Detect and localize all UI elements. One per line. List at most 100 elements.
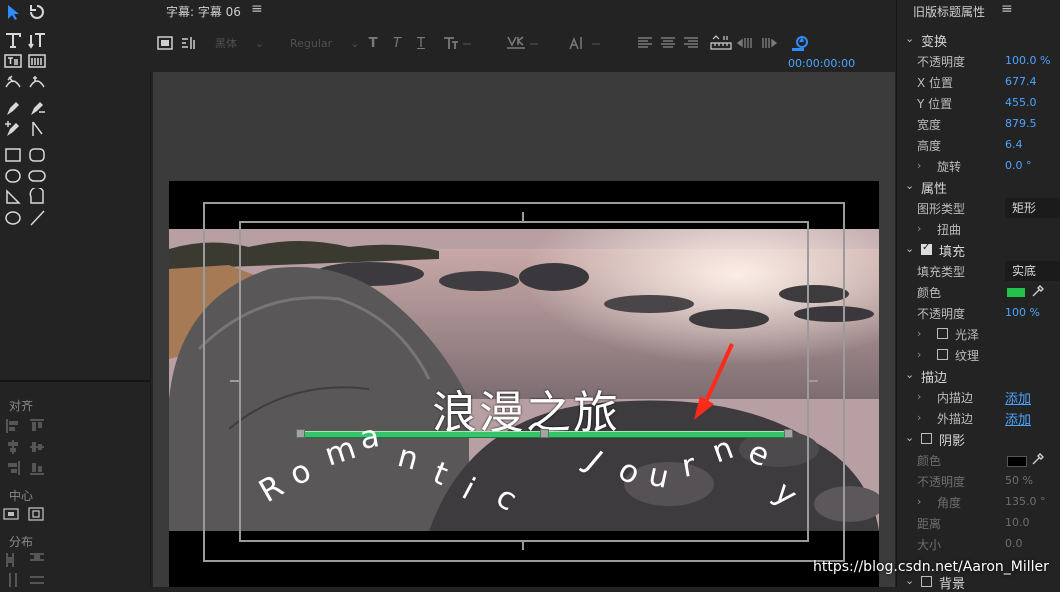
fill-checkbox[interactable] <box>921 242 932 255</box>
transform-section[interactable]: ⌄ 变换 <box>897 30 1060 50</box>
chevron-right-icon[interactable]: › <box>917 348 921 361</box>
shadow-color-label: 颜色 <box>917 454 942 468</box>
center-horizontal-icon[interactable] <box>3 506 19 522</box>
vertical-path-type-tool-icon[interactable] <box>27 72 47 92</box>
chevron-down-icon: ⌄ <box>905 431 915 444</box>
type-tool-icon[interactable] <box>3 30 23 50</box>
chevron-right-icon[interactable]: › <box>917 390 921 403</box>
fill-type-dropdown[interactable]: 实底 <box>1005 261 1060 281</box>
wedge-tool-icon[interactable] <box>3 187 23 207</box>
chevron-right-icon[interactable]: › <box>917 495 921 508</box>
strokes-section[interactable]: ⌄ 描边 <box>897 366 1060 386</box>
panel-menu-icon[interactable]: ≡ <box>1001 1 1013 17</box>
vertical-area-type-tool-icon[interactable] <box>27 51 47 71</box>
shape-type-dropdown[interactable]: 矩形 <box>1005 198 1060 218</box>
path-text-glyph: y <box>767 475 804 514</box>
rotate-tool-icon[interactable] <box>27 2 47 22</box>
add-outer-stroke-link[interactable]: 添加 <box>1005 409 1031 428</box>
shadow-section[interactable]: ⌄ 阴影 <box>897 429 1060 449</box>
chevron-right-icon[interactable]: › <box>917 159 921 172</box>
shadow-angle-value[interactable]: 135.0 ° <box>1005 495 1046 508</box>
opacity-value[interactable]: 100.0 % <box>1005 54 1050 67</box>
align-vertical-center-icon[interactable] <box>29 439 45 455</box>
align-right-text-icon[interactable] <box>683 34 699 52</box>
bold-icon[interactable]: T <box>366 34 380 52</box>
font-style-select[interactable]: Regular ⌄ <box>290 35 359 51</box>
path-text-glyph: e <box>743 434 776 475</box>
chevron-right-icon[interactable]: › <box>917 327 921 340</box>
italic-icon[interactable]: T <box>390 34 404 52</box>
kerning-icon[interactable] <box>506 34 546 52</box>
vertical-type-tool-icon[interactable] <box>27 30 47 50</box>
add-inner-stroke-link[interactable]: 添加 <box>1005 388 1031 407</box>
distribute-top-icon[interactable] <box>29 552 45 568</box>
y-position-value[interactable]: 455.0 <box>1005 96 1037 109</box>
shadow-checkbox[interactable] <box>921 433 932 444</box>
roll-crawl-icon[interactable] <box>736 34 754 52</box>
path-text-layer[interactable]: Ro man t i cJ ou r n ey <box>169 181 879 587</box>
align-left-text-icon[interactable] <box>637 34 653 52</box>
show-background-video-icon[interactable] <box>156 34 174 52</box>
width-value[interactable]: 879.5 <box>1005 117 1037 130</box>
attributes-section[interactable]: ⌄ 属性 <box>897 177 1060 197</box>
rotation-value[interactable]: 0.0 ° <box>1005 159 1032 172</box>
convert-anchor-point-icon[interactable] <box>27 119 47 139</box>
x-position-value[interactable]: 677.4 <box>1005 75 1037 88</box>
chevron-down-icon: ⌄ <box>905 179 915 192</box>
area-type-tool-icon[interactable] <box>3 51 23 71</box>
leading-icon[interactable] <box>568 34 608 52</box>
panel-title: 旧版标题属性 <box>913 5 986 19</box>
new-title-based-on-current-icon[interactable] <box>790 34 810 52</box>
align-horizontal-center-icon[interactable] <box>5 439 21 455</box>
distribute-left-icon[interactable] <box>5 552 21 568</box>
fill-color-swatch[interactable] <box>1007 288 1025 297</box>
shadow-color-swatch[interactable] <box>1007 456 1027 467</box>
shadow-size-value[interactable]: 0.0 <box>1005 537 1023 550</box>
shadow-distance-value[interactable]: 10.0 <box>1005 516 1030 529</box>
clipped-corner-rectangle-icon[interactable] <box>3 166 23 186</box>
rounded-corner-rectangle-icon[interactable] <box>27 166 47 186</box>
fill-section[interactable]: ⌄ 填充 <box>897 240 1060 260</box>
eyedropper-icon[interactable] <box>1031 284 1045 298</box>
rectangle-tool-icon[interactable] <box>3 145 23 165</box>
font-family-select[interactable]: 黑体 ⌄ <box>215 35 264 51</box>
tab-stops-ruler-icon[interactable] <box>710 34 732 52</box>
rounded-rectangle-tool-icon[interactable] <box>27 145 47 165</box>
chevron-right-icon[interactable]: › <box>917 222 921 235</box>
selection-tool-icon[interactable] <box>3 2 23 22</box>
tab-menu-icon[interactable]: ≡ <box>251 1 263 17</box>
align-top-icon[interactable] <box>29 418 45 434</box>
background-checkbox[interactable] <box>921 576 932 587</box>
line-tool-icon[interactable] <box>27 208 47 228</box>
distribute-center-icon[interactable] <box>5 572 21 588</box>
path-type-tool-icon[interactable] <box>3 72 23 92</box>
align-right-icon[interactable] <box>5 460 21 476</box>
eyedropper-icon[interactable] <box>1031 452 1045 466</box>
texture-checkbox[interactable] <box>937 349 948 360</box>
ellipse-tool-icon[interactable] <box>3 208 23 228</box>
arc-tool-icon[interactable] <box>27 187 47 207</box>
delete-anchor-point-icon[interactable] <box>27 98 47 118</box>
background-section[interactable]: ⌄ 背景 <box>897 572 1060 592</box>
underline-icon[interactable]: T <box>414 34 428 52</box>
center-vertical-icon[interactable] <box>28 506 44 522</box>
pen-tool-icon[interactable] <box>3 98 23 118</box>
font-size-icon[interactable] <box>443 34 483 52</box>
path-text-glyph: R <box>253 468 290 510</box>
distribute-middle-icon[interactable] <box>29 572 45 588</box>
align-left-icon[interactable] <box>5 418 21 434</box>
timecode-display[interactable]: 00:00:00:00 <box>788 57 855 70</box>
align-center-text-icon[interactable] <box>660 34 676 52</box>
shadow-opacity-value[interactable]: 50 % <box>1005 474 1033 487</box>
tab-label[interactable]: 字幕: 字幕 06 <box>166 3 241 20</box>
fill-opacity-value[interactable]: 100 % <box>1005 306 1040 319</box>
templates-icon[interactable] <box>760 34 778 52</box>
add-anchor-point-icon[interactable] <box>3 119 23 139</box>
chevron-right-icon[interactable]: › <box>917 411 921 424</box>
height-label: 高度 <box>917 139 942 153</box>
sheen-checkbox[interactable] <box>937 328 948 339</box>
width-row: 宽度 879.5 <box>897 114 1060 134</box>
align-bottom-icon[interactable] <box>29 460 45 476</box>
height-value[interactable]: 6.4 <box>1005 138 1023 151</box>
tab-stops-icon[interactable] <box>180 34 198 52</box>
